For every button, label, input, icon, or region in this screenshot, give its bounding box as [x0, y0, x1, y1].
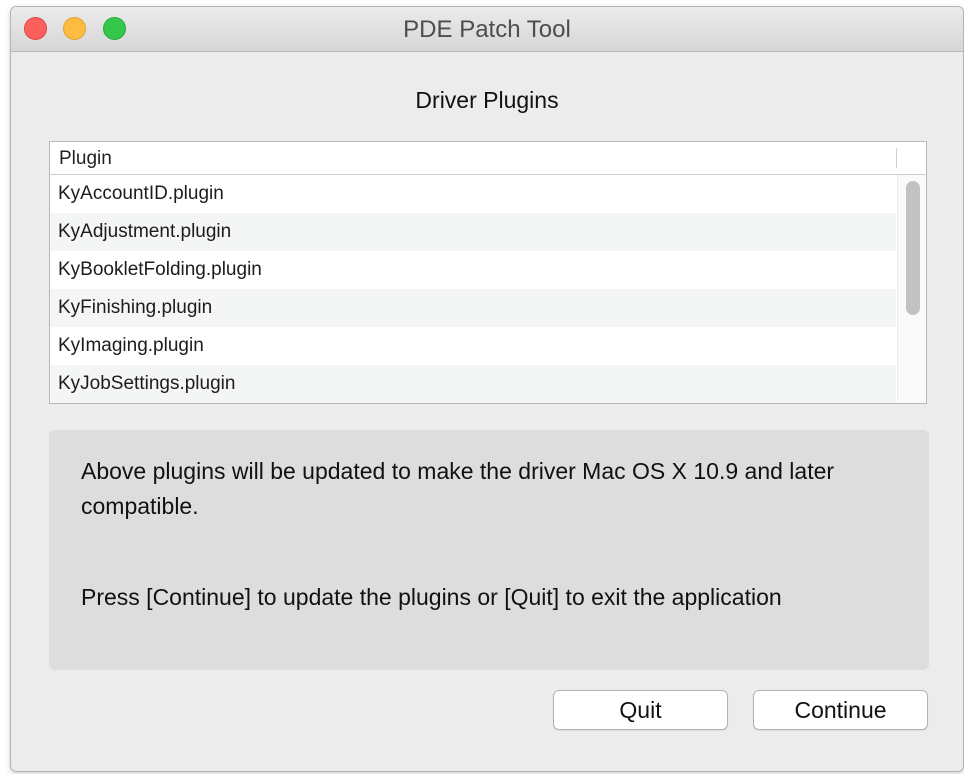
- table-row[interactable]: KyImaging.plugin: [50, 327, 896, 365]
- header-divider: [896, 148, 897, 168]
- table-row[interactable]: KyFinishing.plugin: [50, 289, 896, 327]
- instructions-text: Press [Continue] to update the plugins o…: [81, 584, 782, 610]
- plugin-table[interactable]: Plugin KyAccountID.plugin KyAdjustment.p…: [49, 141, 927, 404]
- table-row[interactable]: KyBookletFolding.plugin: [50, 251, 896, 289]
- info-message-box: Above plugins will be updated to make th…: [49, 430, 929, 670]
- title-bar[interactable]: PDE Patch Tool: [11, 7, 963, 52]
- scrollbar-thumb[interactable]: [906, 181, 920, 315]
- table-header: Plugin: [50, 142, 926, 175]
- quit-button[interactable]: Quit: [553, 690, 728, 730]
- continue-button[interactable]: Continue: [753, 690, 928, 730]
- section-heading: Driver Plugins: [415, 87, 559, 113]
- window-title: PDE Patch Tool: [403, 16, 571, 43]
- column-header-plugin[interactable]: Plugin: [59, 148, 112, 170]
- app-window: PDE Patch Tool Driver Plugins Plugin KyA…: [10, 6, 964, 772]
- table-row[interactable]: KyAdjustment.plugin: [50, 213, 896, 251]
- table-rows: KyAccountID.plugin KyAdjustment.plugin K…: [50, 175, 896, 403]
- table-row[interactable]: KyJobSettings.plugin: [50, 365, 896, 403]
- table-row[interactable]: KyAccountID.plugin: [50, 175, 896, 213]
- vertical-scrollbar[interactable]: [897, 175, 926, 403]
- update-info-text: Above plugins will be updated to make th…: [81, 458, 835, 519]
